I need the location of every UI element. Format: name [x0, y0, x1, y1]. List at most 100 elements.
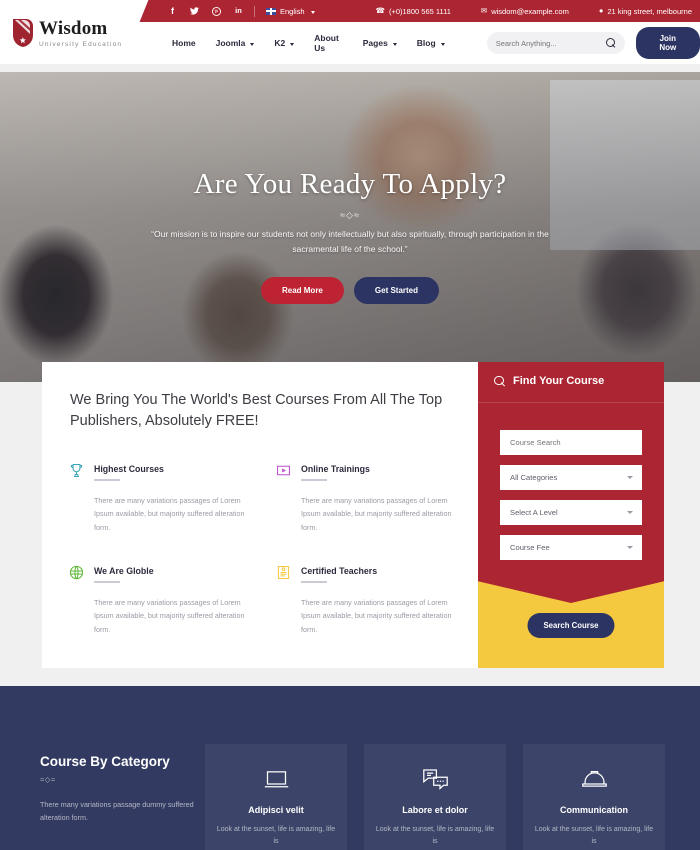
- chevron-down-icon: [627, 546, 633, 549]
- level-select[interactable]: Select A Level: [500, 500, 642, 525]
- nav-label: Blog: [416, 38, 436, 48]
- phone-icon: ☎: [375, 6, 385, 16]
- facebook-icon[interactable]: f: [168, 6, 177, 16]
- play-video-icon: [275, 462, 292, 479]
- read-more-button[interactable]: Read More: [260, 276, 344, 304]
- page-root: f in English ☎ (+0)1800 565 1111 ✉ wisdo…: [0, 0, 700, 850]
- site-logo[interactable]: Wisdom University Education: [12, 18, 122, 48]
- hero-title: Are You Ready To Apply?: [193, 168, 507, 200]
- courses-intro-card: We Bring You The World's Best Courses Fr…: [42, 362, 480, 668]
- title-underline: [301, 479, 327, 482]
- nav-item-blog[interactable]: Blog: [417, 38, 445, 48]
- find-course-title: Find Your Course: [513, 375, 605, 387]
- pinterest-icon[interactable]: [212, 6, 221, 16]
- title-underline: [94, 580, 120, 583]
- envelope-icon: ✉: [480, 6, 488, 16]
- twitter-icon[interactable]: [190, 6, 199, 16]
- address-text: 21 king street, melbourne: [607, 6, 692, 16]
- card-text: Look at the sunset, life is amazing, lif…: [216, 826, 336, 845]
- course-search-field[interactable]: [500, 430, 642, 455]
- fee-select-value: Course Fee: [510, 543, 550, 552]
- category-cards: Adipisci velit Look at the sunset, life …: [205, 744, 665, 850]
- feature-text: There are many variations passages of Lo…: [94, 597, 245, 634]
- get-started-button[interactable]: Get Started: [353, 276, 440, 304]
- language-selector[interactable]: English: [266, 7, 315, 16]
- feature-title: Certified Teachers: [301, 565, 378, 576]
- uk-flag-icon: [266, 7, 276, 15]
- chevron-down-icon: [627, 476, 633, 479]
- trophy-icon: [68, 462, 85, 479]
- title-underline: [94, 479, 120, 482]
- map-pin-icon: ●: [598, 6, 604, 16]
- find-course-panel: Find Your Course All Categories Select A…: [478, 362, 664, 668]
- feature-title: We Are Globle: [94, 565, 154, 576]
- divider: [478, 402, 664, 403]
- category-card-labore-et-dolor[interactable]: Labore et dolor Look at the sunset, life…: [364, 744, 506, 850]
- category-ornament: ≈◇≈: [40, 775, 56, 784]
- logo-tagline: University Education: [39, 41, 123, 48]
- feature-text: There are many variations passages of Lo…: [94, 496, 245, 532]
- title-underline: [301, 580, 327, 583]
- address-contact: ● 21 king street, melbourne: [599, 7, 692, 16]
- find-course-fields: All Categories Select A Level Course Fee: [478, 430, 664, 560]
- feature-text: There are many variations passages of Lo…: [301, 597, 452, 634]
- courses-heading: We Bring You The World's Best Courses Fr…: [70, 392, 443, 430]
- nav-item-about-us[interactable]: About Us: [314, 33, 342, 53]
- separator: [254, 5, 255, 17]
- category-select[interactable]: All Categories: [500, 465, 642, 490]
- shield-icon: [12, 18, 34, 48]
- hero-ornament: ≈◇≈: [340, 210, 360, 220]
- hard-hat-icon: [581, 766, 608, 792]
- category-text: There many variations passage dummy suff…: [40, 800, 194, 822]
- phone-number: (+0)1800 565 1111: [388, 6, 451, 16]
- certificate-icon: [275, 564, 292, 581]
- main-nav-bar: Home Joomla K2 About Us Pages Blog Join …: [130, 22, 700, 64]
- language-label: English: [280, 6, 305, 16]
- nav-item-joomla[interactable]: Joomla: [216, 38, 255, 48]
- contact-info: ☎ (+0)1800 565 1111 ✉ wisdom@example.com…: [376, 7, 692, 16]
- email-contact[interactable]: ✉ wisdom@example.com: [481, 7, 569, 16]
- search-course-button[interactable]: Search Course: [527, 613, 615, 638]
- chevron-down-icon: [627, 511, 633, 514]
- header-search[interactable]: [486, 32, 625, 54]
- nav-item-k2[interactable]: K2: [274, 38, 295, 48]
- category-select-value: All Categories: [510, 473, 558, 482]
- header: f in English ☎ (+0)1800 565 1111 ✉ wisdo…: [0, 0, 700, 64]
- hero-banner: Are You Ready To Apply? ≈◇≈ “Our mission…: [0, 72, 700, 382]
- search-icon[interactable]: [605, 38, 616, 48]
- nav-label: Home: [172, 38, 196, 48]
- linkedin-icon[interactable]: in: [234, 6, 243, 16]
- feature-we-are-globle: We Are Globle There are many variations …: [68, 564, 247, 636]
- course-search-input[interactable]: [510, 438, 632, 447]
- card-text: Look at the sunset, life is amazing, lif…: [375, 826, 495, 845]
- category-intro: Course By Category ≈◇≈ There many variat…: [40, 754, 200, 825]
- phone-contact[interactable]: ☎ (+0)1800 565 1111: [376, 7, 451, 16]
- feature-online-trainings: Online Trainings There are many variatio…: [275, 462, 454, 534]
- category-title: Course By Category: [40, 754, 170, 769]
- chevron-down-icon: [310, 10, 315, 14]
- join-now-button[interactable]: Join Now: [635, 27, 700, 59]
- fee-select[interactable]: Course Fee: [500, 535, 642, 560]
- social-links: f in: [168, 6, 243, 16]
- hero-subtitle: “Our mission is to inspire our students …: [151, 229, 549, 254]
- category-card-adipisci-velit[interactable]: Adipisci velit Look at the sunset, life …: [205, 744, 347, 850]
- card-title: Communication: [559, 805, 628, 815]
- chevron-down-icon: [440, 42, 445, 46]
- nav-label: Pages: [362, 38, 388, 48]
- card-title: Labore et dolor: [402, 805, 468, 815]
- feature-title: Online Trainings: [301, 464, 370, 475]
- utility-bar: f in English ☎ (+0)1800 565 1111 ✉ wisdo…: [130, 0, 700, 22]
- email-address: wisdom@example.com: [491, 6, 569, 16]
- feature-title: Highest Courses: [94, 464, 164, 475]
- category-card-communication[interactable]: Communication Look at the sunset, life i…: [523, 744, 665, 850]
- search-input[interactable]: [495, 38, 606, 48]
- chevron-down-icon: [250, 42, 255, 46]
- feature-highest-courses: Highest Courses There are many variation…: [68, 462, 247, 534]
- nav-item-home[interactable]: Home: [172, 38, 196, 48]
- feature-text: There are many variations passages of Lo…: [301, 496, 452, 532]
- chat-bubbles-icon: [422, 766, 449, 792]
- chevron-down-icon: [290, 42, 295, 46]
- main-menu: Home Joomla K2 About Us Pages Blog: [172, 33, 445, 53]
- nav-item-pages[interactable]: Pages: [363, 38, 397, 48]
- logo-name: Wisdom: [39, 18, 108, 39]
